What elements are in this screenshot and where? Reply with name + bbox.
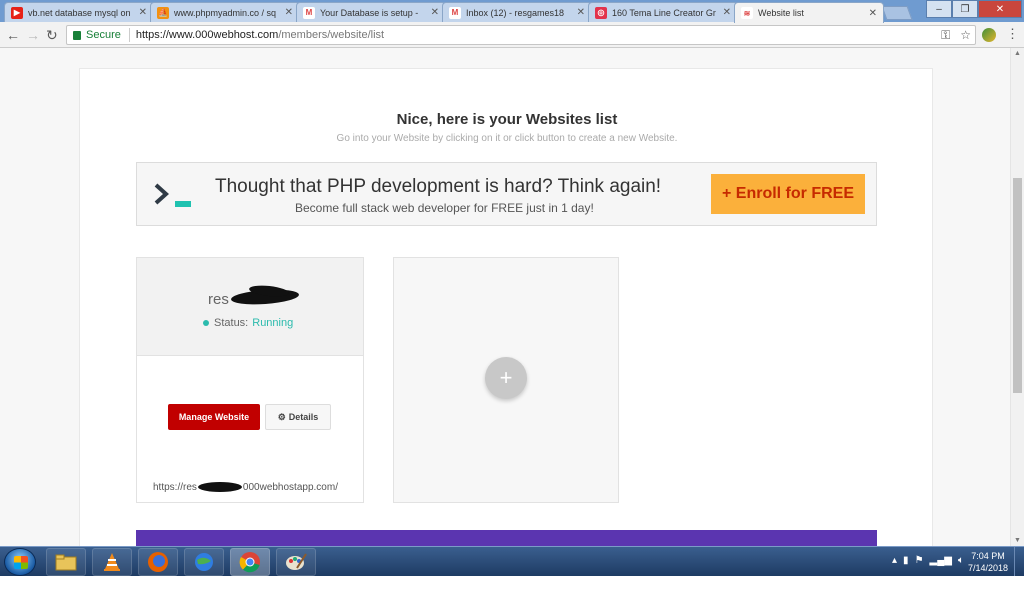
redaction-scribble [197,482,242,493]
browser-tab[interactable]: ◎ 160 Tema Line Creator Gr ✕ [588,2,738,22]
websites-panel: Nice, here is your Websites list Go into… [79,68,933,546]
tab-strip: ▶ vb.net database mysql on ✕ ⛵ www.phpmyadmi… [0,0,1024,23]
gmail-icon: M [449,6,461,19]
reload-icon[interactable]: ↻ [46,27,58,43]
maximize-button[interactable]: ❐ [952,0,978,18]
details-label: Details [288,412,319,422]
system-tray: ▴ ▮ ⚑ ▂▄▆ 🔈︎ [892,555,964,566]
browser-tab[interactable]: ⛵ www.phpmyadmin.co / sq ✕ [150,2,300,22]
tab-title: www.phpmyadmin.co / sq [174,7,277,18]
paint-icon[interactable] [276,548,316,576]
browser-tab[interactable]: M Inbox (12) - resgames18 ✕ [442,2,592,22]
webhost-icon: ≋ [741,7,753,19]
close-window-button[interactable]: ✕ [978,0,1022,18]
firefox-icon[interactable] [138,548,178,576]
signal-bars-icon[interactable]: ▂▄▆ [930,555,952,566]
lock-icon [73,30,81,40]
website-card-header[interactable]: res Status: Running [137,258,363,356]
close-tab-icon[interactable]: ✕ [431,7,439,18]
close-tab-icon[interactable]: ✕ [139,7,147,18]
minimize-button[interactable]: – [926,0,952,18]
back-arrow-icon[interactable]: ← [6,27,20,43]
gmail-icon: M [303,6,315,19]
website-name: res [208,291,229,308]
scrollbar-thumb[interactable] [1013,178,1022,393]
terminal-icon [154,183,191,207]
address-bar[interactable]: Secure https://www.000webhost.com/member… [66,25,976,45]
website-card[interactable]: res Status: Running Manage Website ⚙ Det… [136,257,364,503]
show-desktop-button[interactable] [1014,547,1024,577]
tray-expand-icon[interactable]: ▴ [892,555,897,566]
new-tab-button[interactable] [881,6,913,20]
forward-arrow-icon[interactable]: → [26,27,40,43]
tab-title: Inbox (12) - resgames18 [466,7,565,18]
page-title: Nice, here is your Websites list [396,111,618,128]
status-badge: Status: Running [203,317,293,329]
browser-toolbar: ← → ↻ Secure https://www.000webhost.com /… [0,22,1024,48]
banner-title: Thought that PHP development is hard? Th… [215,176,662,197]
secure-label: Secure [86,29,121,41]
tab-title: Your Database is setup - [320,7,419,18]
battery-icon[interactable]: ▮ [903,555,909,566]
clock-time: 7:04 PM [971,551,1005,561]
promo-banner[interactable]: Thought that PHP development is hard? Th… [136,162,877,226]
url-host: https://www.000webhost.com [135,29,279,41]
screenshot-margin [0,576,1024,600]
status-label: Status: [214,317,249,329]
windows-taskbar: ▴ ▮ ⚑ ▂▄▆ 🔈︎ 7:04 PM 7/14/2018 [0,546,1024,577]
omnibox-divider [128,28,130,42]
page-viewport: Nice, here is your Websites list Go into… [0,48,1024,546]
network-globe-icon[interactable] [184,548,224,576]
bookmark-star-icon[interactable]: ☆ [960,28,971,43]
volume-icon[interactable]: 🔈︎ [958,555,964,566]
browser-tab[interactable]: M Your Database is setup - ✕ [296,2,446,22]
browser-tab[interactable]: ≋ Website list ✕ [734,2,884,23]
vertical-scrollbar[interactable]: ▲ ▼ [1010,48,1024,546]
manage-website-button[interactable]: Manage Website [168,404,260,430]
scroll-down-arrow-icon[interactable]: ▼ [1014,537,1021,544]
close-tab-icon[interactable]: ✕ [285,7,293,18]
add-website-card[interactable]: + [393,257,619,503]
windows-logo-icon [14,556,28,569]
status-value: Running [252,317,294,329]
extension-icon[interactable] [982,28,996,42]
tab-title: Website list [758,8,804,18]
clock-date: 7/14/2018 [967,563,1008,573]
gear-icon: ⚙ [277,411,286,422]
window-controls: – ❐ ✕ [926,0,1022,18]
close-tab-icon[interactable]: ✕ [723,7,731,18]
phpmyadmin-icon: ⛵ [157,6,169,19]
start-button[interactable] [4,548,36,576]
close-tab-icon[interactable]: ✕ [869,8,877,19]
url-prefix: https://res [153,482,197,493]
status-dot-icon [203,320,209,326]
file-explorer-icon[interactable] [46,548,86,576]
browser-tab[interactable]: ▶ vb.net database mysql on ✕ [4,2,154,22]
action-center-icon[interactable]: ⚑ [915,555,924,566]
menu-dots-icon[interactable]: ⋮ [1006,26,1019,42]
taskbar-clock[interactable]: 7:04 PM 7/14/2018 [968,550,1008,574]
scroll-up-arrow-icon[interactable]: ▲ [1014,50,1021,57]
tab-title: vb.net database mysql on [28,7,131,18]
url-suffix: 000webhostapp.com/ [242,482,338,493]
purple-footer-section [136,530,877,546]
add-website-button[interactable]: + [485,357,527,399]
chrome-icon[interactable] [230,548,270,576]
tab-title: 160 Tema Line Creator Gr [612,7,716,18]
close-tab-icon[interactable]: ✕ [577,7,585,18]
website-url[interactable]: https://res 000webhostapp.com/ [153,482,338,493]
page-subtitle: Go into your Website by clicking on it o… [336,133,678,144]
youtube-icon: ▶ [11,6,23,19]
enroll-button[interactable]: + Enroll for FREE [711,174,865,214]
details-button[interactable]: ⚙ Details [265,404,331,430]
banner-subtitle: Become full stack web developer for FREE… [295,201,594,215]
url-path: /members/website/list [278,29,385,41]
vlc-icon[interactable] [92,548,132,576]
key-icon[interactable]: ⚿ [941,28,950,43]
line-creator-icon: ◎ [595,6,607,19]
